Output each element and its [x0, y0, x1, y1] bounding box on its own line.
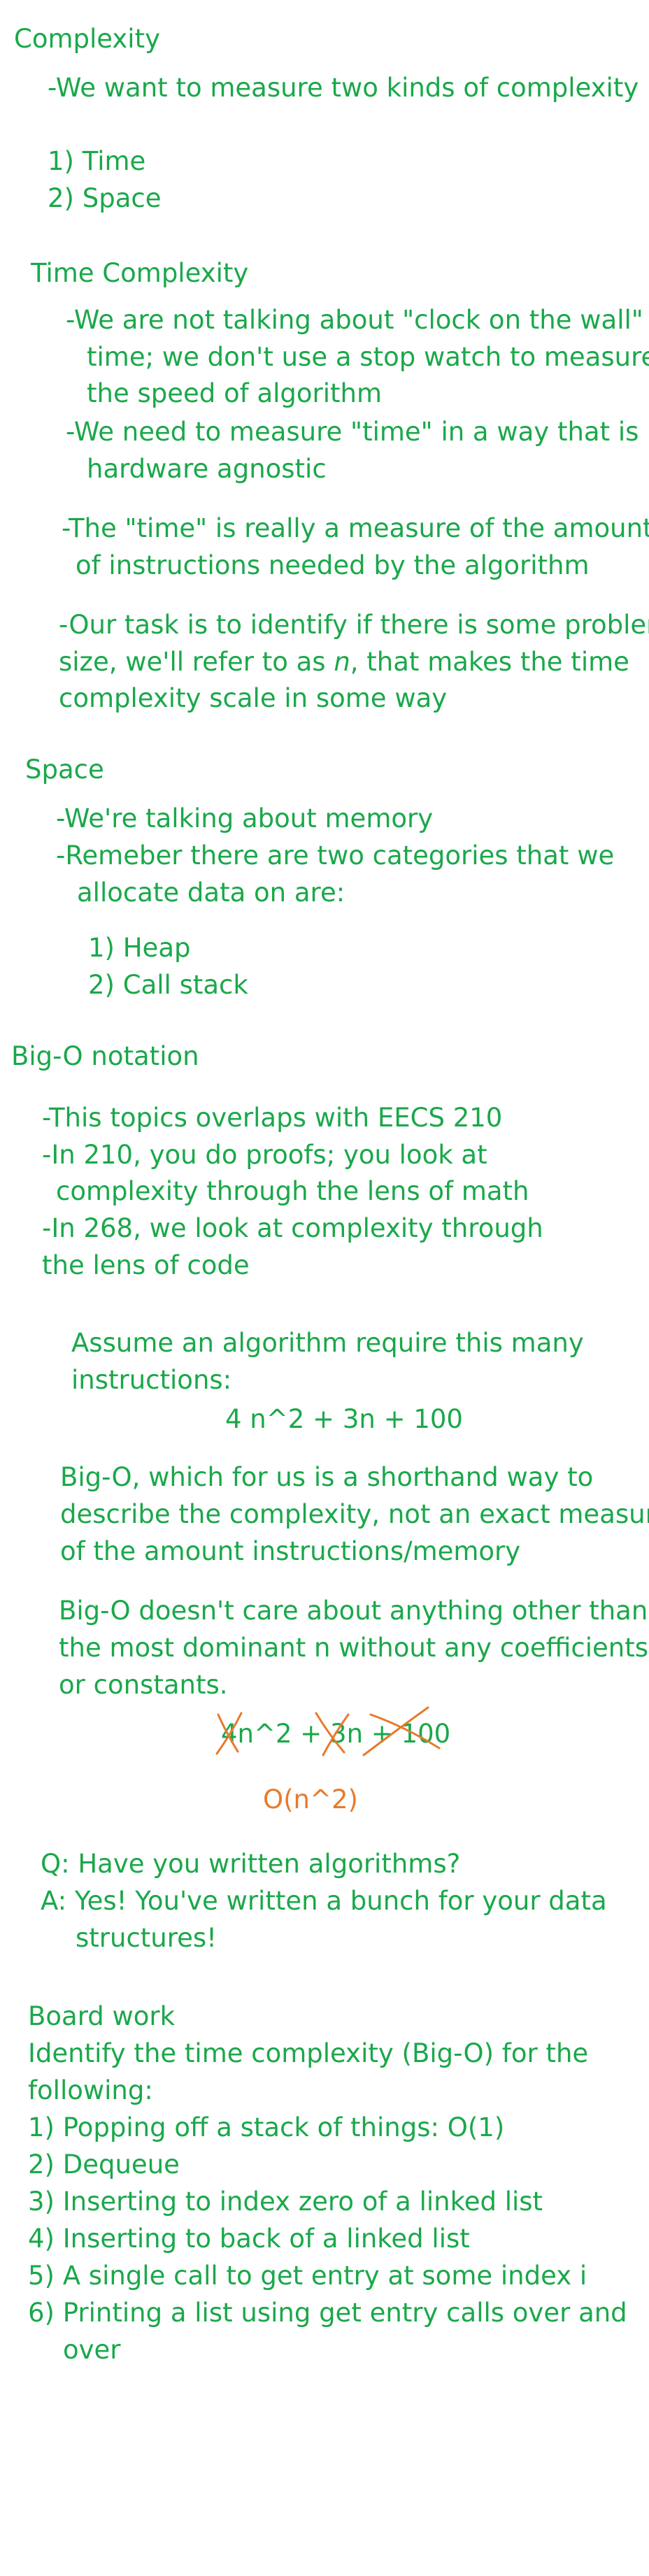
kind-item-time: 1) Time [48, 146, 146, 176]
variable-n: n [334, 647, 350, 677]
time-size-line: size, we'll refer to as n, that makes th… [59, 647, 629, 677]
shorthand-line: Big-O, which for us is a shorthand way t… [60, 1462, 594, 1492]
time-line: hardware agnostic [87, 454, 327, 484]
bigo-heading: Big-O notation [11, 1041, 199, 1071]
board-work-prompt: following: [28, 2075, 153, 2105]
space-heading: Space [25, 754, 104, 785]
dominant-line: or constants. [59, 1670, 228, 1700]
qa-question: Q: Have you written algorithms? [41, 1849, 461, 1879]
time-line: time; we don't use a stop watch to measu… [87, 342, 649, 372]
time-line: complexity scale in some way [59, 683, 448, 713]
space-item-call-stack: 2) Call stack [88, 970, 248, 1000]
shorthand-line: describe the complexity, not an exact me… [60, 1499, 649, 1529]
intro-line: -We want to measure two kinds of complex… [48, 73, 639, 103]
kind-item-space: 2) Space [48, 183, 162, 213]
bigo-line: complexity through the lens of math [56, 1176, 529, 1206]
board-work-heading: Board work [28, 2001, 176, 2031]
space-line: -Remeber there are two categories that w… [56, 840, 615, 871]
time-line: of instructions needed by the algorithm [76, 550, 590, 580]
page-title: Complexity [14, 24, 160, 54]
crossed-formula: 4n^2 + 3n + 100 [221, 1719, 451, 1749]
qa-answer: A: Yes! You've written a bunch for your … [41, 1886, 607, 1916]
time-complexity-heading: Time Complexity [31, 258, 249, 288]
time-line: the speed of algorithm [87, 378, 383, 408]
instruction-formula: 4 n^2 + 3n + 100 [225, 1404, 463, 1434]
dominant-line: Big-O doesn't care about anything other … [59, 1596, 648, 1626]
big-o-result: O(n^2) [263, 1784, 358, 1815]
time-line: -Our task is to identify if there is som… [59, 610, 649, 640]
board-work-item: 3) Inserting to index zero of a linked l… [28, 2187, 543, 2217]
dominant-line: the most dominant n without any coeffici… [59, 1633, 648, 1663]
board-work-item: 4) Inserting to back of a linked list [28, 2224, 470, 2254]
bigo-line: the lens of code [42, 1250, 250, 1280]
bigo-line: -This topics overlaps with EECS 210 [42, 1103, 503, 1133]
board-work-item: 6) Printing a list using get entry calls… [28, 2298, 627, 2328]
space-line: -We're talking about memory [56, 803, 434, 833]
bigo-line: -In 268, we look at complexity through [42, 1213, 543, 1243]
shorthand-line: of the amount instructions/memory [60, 1536, 521, 1566]
board-work-prompt: Identify the time complexity (Big-O) for… [28, 2038, 589, 2068]
space-line: allocate data on are: [77, 878, 345, 908]
board-work-item: 1) Popping off a stack of things: O(1) [28, 2112, 505, 2142]
assume-line: instructions: [71, 1365, 232, 1395]
time-line: -We need to measure "time" in a way that… [66, 417, 639, 447]
board-work-item: over [63, 2335, 121, 2365]
board-work-item: 2) Dequeue [28, 2149, 180, 2180]
space-item-heap: 1) Heap [88, 933, 191, 963]
time-line: -We are not talking about "clock on the … [66, 305, 643, 335]
qa-answer: structures! [76, 1923, 217, 1953]
bigo-line: -In 210, you do proofs; you look at [42, 1140, 487, 1170]
time-line: -The "time" is really a measure of the a… [62, 513, 649, 543]
board-work-item: 5) A single call to get entry at some in… [28, 2261, 587, 2291]
assume-line: Assume an algorithm require this many [71, 1328, 584, 1358]
